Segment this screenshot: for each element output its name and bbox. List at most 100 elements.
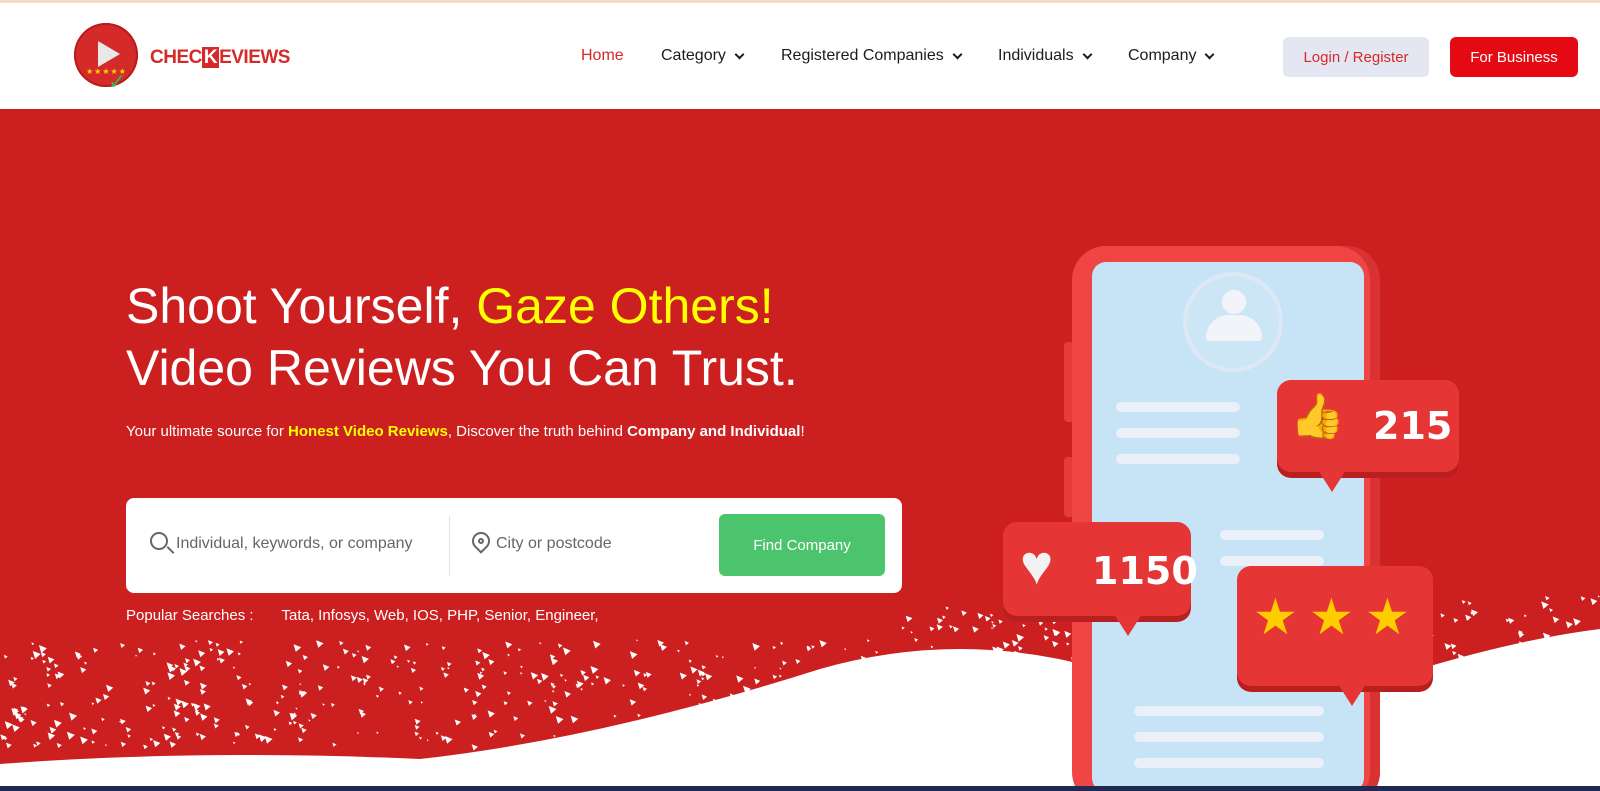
confetti-shard — [1004, 730, 1013, 739]
confetti-shard — [11, 683, 17, 689]
confetti-shard — [974, 693, 979, 698]
confetti-shard — [390, 659, 396, 665]
confetti-shard — [926, 689, 932, 694]
confetti-shard — [396, 665, 400, 668]
confetti-shard — [809, 711, 814, 716]
nav-registered-companies[interactable]: Registered Companies — [781, 47, 963, 65]
confetti-shard — [435, 731, 439, 735]
confetti-shard — [365, 674, 371, 680]
confetti-shard — [40, 651, 47, 658]
nav-individuals[interactable]: Individuals — [998, 47, 1093, 65]
confetti-shard — [1016, 722, 1021, 728]
popular-searches-label: Popular Searches : — [126, 607, 254, 624]
confetti-shard — [1002, 641, 1010, 649]
nav-category[interactable]: Category — [661, 47, 745, 65]
confetti-shard — [475, 660, 481, 666]
confetti-shard — [1536, 661, 1540, 665]
confetti-shard — [56, 674, 61, 679]
confetti-shard — [992, 623, 997, 628]
confetti-shard — [687, 734, 691, 738]
confetti-shard — [12, 724, 20, 732]
confetti-shard — [811, 696, 818, 703]
confetti-shard — [1569, 724, 1575, 730]
confetti-shard — [1028, 673, 1034, 678]
confetti-shard — [780, 642, 784, 646]
confetti-shard — [761, 706, 765, 710]
confetti-shard — [778, 674, 782, 678]
confetti-shard — [1576, 657, 1584, 665]
confetti-shard — [627, 730, 633, 736]
confetti-shard — [645, 671, 652, 678]
confetti-shard — [83, 727, 86, 731]
city-postcode-input[interactable] — [496, 528, 696, 560]
confetti-shard — [339, 640, 344, 646]
confetti-shard — [1569, 664, 1572, 667]
confetti-shard — [441, 646, 446, 650]
text-line — [1116, 402, 1240, 412]
confetti-shard — [729, 693, 737, 700]
confetti-shard — [1532, 716, 1539, 722]
confetti-shard — [153, 740, 161, 748]
bottom-bar — [0, 786, 1600, 791]
popular-searches-terms[interactable]: Tata, Infosys, Web, IOS, PHP, Senior, En… — [281, 607, 598, 624]
confetti-shard — [1065, 705, 1068, 708]
confetti-shard — [179, 643, 186, 650]
confetti-shard — [772, 645, 777, 650]
avatar-head — [1222, 290, 1246, 314]
find-company-button[interactable]: Find Company — [719, 514, 885, 576]
confetti-shard — [520, 665, 524, 669]
confetti-shard — [472, 699, 478, 706]
login-register-button[interactable]: Login / Register — [1283, 37, 1429, 77]
confetti-shard — [1535, 672, 1538, 675]
confetti-shard — [914, 672, 920, 678]
confetti-shard — [826, 677, 835, 686]
nav-company[interactable]: Company — [1128, 47, 1215, 65]
confetti-shard — [806, 645, 811, 650]
confetti-shard — [945, 606, 949, 610]
for-business-button[interactable]: For Business — [1450, 37, 1578, 77]
confetti-shard — [920, 650, 928, 658]
confetti-shard — [5, 742, 12, 749]
confetti-shard — [18, 717, 25, 723]
confetti-shard — [1578, 676, 1581, 679]
confetti-shard — [632, 720, 636, 724]
confetti-shard — [796, 703, 803, 710]
confetti-shard — [1041, 661, 1050, 670]
logo-wordmark: CHEC K EVIEWS — [150, 47, 290, 68]
confetti-shard — [1505, 618, 1510, 623]
text-line — [1134, 732, 1324, 742]
confetti-shard — [11, 708, 19, 716]
confetti-shard — [1052, 728, 1056, 733]
confetti-shard — [559, 673, 564, 678]
confetti-shard — [358, 708, 365, 715]
site-logo[interactable]: ★★★★★ ✓ CHEC K EVIEWS — [74, 21, 294, 97]
confetti-shard — [1576, 661, 1581, 666]
confetti-shard — [517, 648, 522, 652]
confetti-shard — [241, 683, 248, 690]
confetti-shard — [985, 724, 993, 732]
search-panel: Find Company — [126, 498, 902, 593]
confetti-shard — [1518, 641, 1527, 649]
confetti-shard — [530, 744, 539, 753]
confetti-shard — [544, 700, 547, 703]
confetti-shard — [1043, 662, 1051, 670]
confetti-shard — [664, 720, 671, 727]
confetti-shard — [1018, 646, 1023, 651]
confetti-shard — [376, 731, 379, 735]
confetti-shard — [232, 666, 236, 669]
confetti-shard — [1547, 697, 1556, 705]
bubble-tail — [1114, 614, 1142, 636]
confetti-shard — [1004, 714, 1011, 721]
nav-home[interactable]: Home — [581, 47, 624, 65]
confetti-shard — [1438, 695, 1444, 701]
confetti-shard — [1576, 693, 1583, 699]
confetti-shard — [171, 666, 176, 672]
confetti-shard — [802, 738, 809, 744]
confetti-shard — [796, 736, 803, 743]
confetti-shard — [611, 737, 619, 745]
confetti-shard — [135, 654, 138, 657]
confetti-shard — [120, 741, 127, 748]
confetti-shard — [890, 718, 894, 722]
confetti-shard — [376, 694, 380, 698]
keyword-search-input[interactable] — [176, 528, 426, 560]
